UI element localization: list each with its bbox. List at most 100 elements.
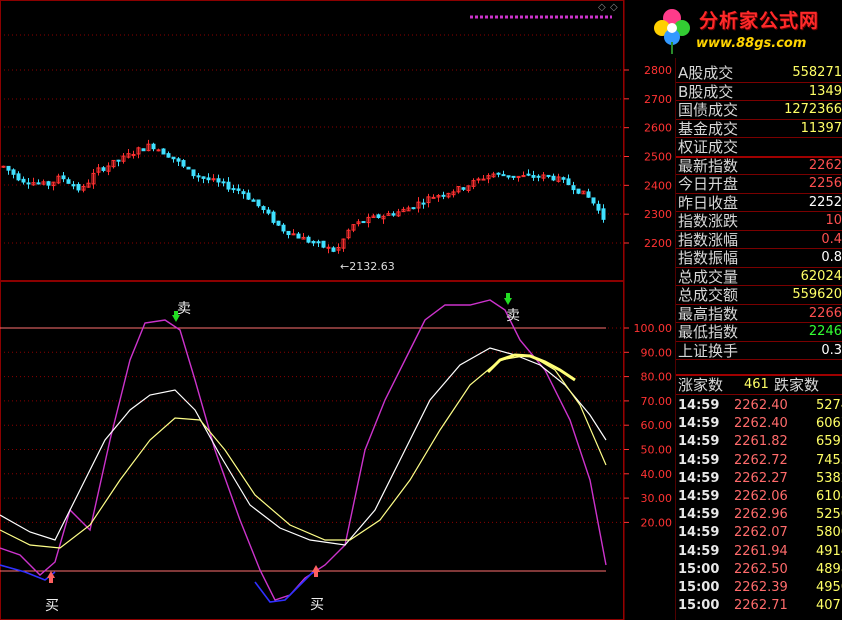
info-row: 指数涨跌 10 — [676, 212, 842, 231]
buy-label-1: 买 — [45, 598, 59, 614]
diamond-icon-2[interactable]: ◇ — [610, 2, 618, 13]
price-tick-label: 2400 — [644, 179, 672, 192]
price-tick-label: 2200 — [644, 237, 672, 250]
candle-body — [571, 185, 576, 191]
candle-body — [171, 156, 176, 160]
price-tick-label: 2500 — [644, 151, 672, 164]
candle-body — [71, 184, 76, 187]
tick-vol: 407 — [816, 598, 841, 614]
candle-body — [26, 182, 31, 185]
down-count-label: 跌家数 — [774, 376, 820, 394]
tick-time: 14:59 — [678, 507, 720, 523]
tick-row: 14:59 2262.96 5250 — [676, 506, 842, 524]
info-row: 权证成交 — [676, 138, 842, 157]
info-value: 10 — [825, 213, 842, 228]
candle-body — [326, 246, 331, 249]
tick-time: 14:59 — [678, 398, 720, 413]
info-row: 上证换手 0.3 — [676, 341, 842, 360]
candle-body — [576, 188, 581, 194]
candle-body — [476, 178, 481, 181]
tick-time: 14:59 — [678, 489, 720, 504]
info-label: 权证成交 — [678, 138, 739, 156]
info-label: 国债成交 — [678, 101, 739, 119]
info-label: 指数振幅 — [678, 249, 739, 267]
tick-time: 14:59 — [678, 416, 720, 432]
candle-body — [176, 158, 181, 162]
sell-label-1: 卖 — [177, 301, 191, 317]
candle-body — [441, 194, 446, 197]
indicator-tick-label: 60.00 — [641, 419, 673, 432]
candle-body — [1, 165, 6, 168]
sell-arrow-icon-2 — [504, 293, 512, 305]
candle-body — [306, 236, 311, 243]
candle-body — [566, 178, 571, 186]
candle-body — [266, 209, 271, 214]
tick-row: 15:00 2262.71 407 — [676, 597, 842, 615]
info-label: 指数涨跌 — [678, 212, 739, 230]
tick-row: 14:59 2261.82 6597 — [676, 433, 842, 451]
candle-body — [561, 177, 566, 180]
purple-oscillator-line — [0, 299, 607, 601]
candle-body — [421, 202, 426, 205]
candle-body — [596, 203, 601, 211]
tick-price: 2262.50 — [734, 561, 788, 577]
indicator-tick-label: 20.00 — [641, 516, 673, 529]
tick-price: 2262.96 — [734, 507, 788, 523]
candle-body — [261, 206, 266, 211]
candle-body — [461, 187, 466, 190]
candle-body — [286, 230, 291, 236]
price-tick-label: 2600 — [644, 122, 672, 135]
candle-body — [61, 175, 66, 180]
tick-row: 15:00 2262.50 4898 — [676, 561, 842, 579]
info-label: 今日开盘 — [678, 175, 739, 193]
flower-logo-icon — [654, 9, 690, 54]
info-value: 1349 — [808, 83, 842, 99]
candle-body — [591, 197, 596, 204]
yellow-average-line — [0, 354, 607, 549]
candle-body — [551, 175, 556, 181]
chart-area[interactable]: ◇ ◇ 2800 2700 2600 2500 2400 2300 2200 ←2132.6… — [0, 0, 676, 620]
candle-body — [221, 181, 226, 184]
site-logo[interactable]: 分析家公式网 www.88gs.com — [644, 0, 842, 58]
diamond-icon[interactable]: ◇ — [598, 2, 606, 13]
candle-body — [251, 199, 256, 202]
candle-body — [186, 166, 191, 170]
info-label: 指数涨幅 — [678, 230, 739, 249]
candle-body — [76, 184, 81, 191]
tick-price: 2261.82 — [734, 434, 788, 450]
info-value: 2246 — [808, 324, 842, 339]
candle-body — [216, 178, 221, 183]
info-value: 11397 — [800, 120, 842, 136]
info-label: 基金成交 — [678, 119, 739, 138]
candle-body — [361, 221, 366, 224]
tick-row: 14:59 2262.40 6067 — [676, 415, 842, 433]
candle-body — [276, 220, 281, 226]
info-label: 上证换手 — [678, 341, 739, 360]
candle-body — [226, 181, 231, 190]
info-label: 总成交额 — [678, 286, 739, 304]
price-chart-frame — [0, 0, 624, 281]
candle-body — [601, 208, 606, 220]
tick-time: 14:59 — [678, 434, 720, 450]
info-row: 最高指数 2266 — [676, 305, 842, 323]
info-row: 指数振幅 0.8 — [676, 249, 842, 268]
candle-body — [506, 175, 511, 178]
info-value: 2256 — [808, 176, 842, 191]
info-row: 最新指数 2262 — [676, 157, 842, 175]
info-label: 昨日收盘 — [678, 193, 739, 212]
indicator-axis-labels: 100.00 90.00 80.00 70.00 60.00 50.00 40.00 30.0… — [624, 322, 672, 529]
info-row: 今日开盘 2256 — [676, 175, 842, 194]
candle-body — [531, 175, 536, 178]
candle-body — [196, 175, 201, 178]
tick-row: 15:00 2262.39 4950 — [676, 579, 842, 597]
info-row: 最低指数 2246 — [676, 323, 842, 342]
tick-row: 14:59 2262.72 7455 — [676, 452, 842, 470]
candle-body — [101, 167, 106, 171]
info-row: 国债成交 1272366 — [676, 101, 842, 120]
tick-price: 2262.72 — [734, 452, 788, 468]
divider — [676, 156, 842, 158]
candle-body — [291, 233, 296, 236]
tick-vol: 6597 — [816, 434, 842, 450]
candle-body — [66, 179, 71, 184]
tick-time: 14:59 — [678, 525, 720, 541]
